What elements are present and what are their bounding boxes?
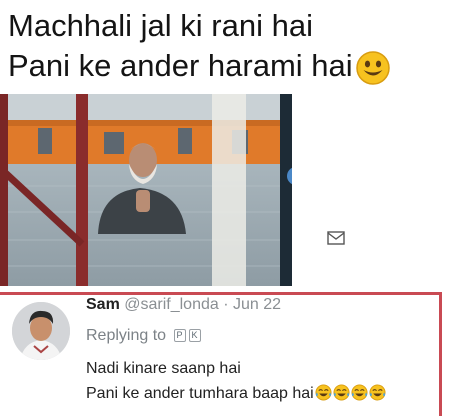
envelope-icon[interactable] <box>327 230 345 246</box>
avatar-photo <box>12 302 70 360</box>
tweet-line-1: Nadi kinare saanp hai <box>86 360 241 377</box>
tweet-separator: · <box>223 296 229 313</box>
reply-badge-p[interactable]: P <box>173 329 186 343</box>
tears-of-joy-emoji-icon <box>351 384 368 401</box>
smiley-face-emoji-icon <box>355 51 390 85</box>
tears-of-joy-emoji-icon <box>333 384 350 401</box>
caption-line-2-row: Pani ke ander harami hai <box>8 46 448 86</box>
replying-to-label: Replying to <box>86 327 167 344</box>
caption-line-1: Machhali jal ki rani hai <box>8 8 313 43</box>
tears-of-joy-emoji-icon <box>315 384 332 401</box>
avatar[interactable] <box>12 302 70 360</box>
tweet-date[interactable]: Jun 22 <box>233 296 281 313</box>
tweet-header: Sam @sarif_londa · Jun 22 <box>86 296 281 314</box>
tweet-text: Nadi kinare saanp hai Pani ke ander tumh… <box>86 356 386 406</box>
replying-to: Replying to PK <box>86 327 201 345</box>
tweet-line-2: Pani ke ander tumhara baap hai <box>86 385 314 402</box>
tweet-line-2-row: Pani ke ander tumhara baap hai <box>86 381 386 406</box>
tweet-author-handle[interactable]: @sarif_londa <box>124 296 219 313</box>
meme-photo <box>0 94 292 286</box>
tweet-author-name[interactable]: Sam <box>86 296 120 313</box>
reply-badge-k[interactable]: K <box>188 329 201 343</box>
photo-illustration <box>0 94 292 286</box>
tears-of-joy-emoji-icon <box>369 384 386 401</box>
caption-line-2: Pani ke ander harami hai <box>8 48 353 83</box>
meme-caption: Machhali jal ki rani hai Pani ke ander h… <box>8 6 448 86</box>
